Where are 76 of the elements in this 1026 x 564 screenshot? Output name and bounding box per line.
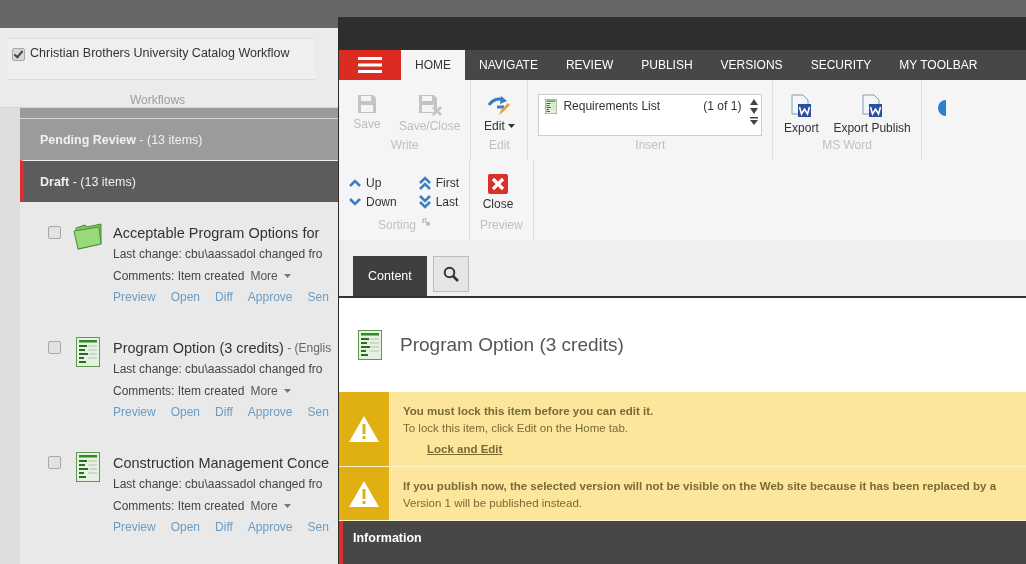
- list-item[interactable]: Requirements List: [563, 99, 698, 113]
- comments-text: Comments: Item created: [113, 268, 245, 283]
- warning-title: You must lock this item before you can edit it.: [403, 404, 654, 419]
- checkbox[interactable]: [48, 226, 61, 239]
- scroll-up-icon: [750, 99, 759, 105]
- scroll-down-icon: [750, 108, 759, 114]
- last-change-text: Last change: cbu\aassadol changed fro: [113, 361, 324, 379]
- ribbon-group-label: Workflows: [128, 92, 187, 107]
- comments-text: Comments: Item created: [113, 383, 245, 398]
- ribbon-tab[interactable]: REVIEW: [551, 50, 628, 80]
- ribbon-button[interactable]: Edit: [481, 94, 518, 133]
- double-chevron-down-icon: [418, 195, 431, 209]
- more-link[interactable]: More: [250, 383, 291, 398]
- menu-button[interactable]: [339, 50, 401, 80]
- warning-title: If you publish now, the selected version will not be visible on the Web site because it has been replaced by a: [403, 479, 997, 494]
- item-count: - (13 items): [138, 132, 203, 147]
- more-link[interactable]: More: [250, 268, 291, 283]
- checkbox[interactable]: [48, 341, 61, 354]
- ribbon-tab[interactable]: VERSIONS: [706, 50, 797, 80]
- caret-icon: [283, 388, 291, 393]
- item-title[interactable]: Program Option (3 credits): [113, 339, 284, 356]
- ribbon-button[interactable]: Down: [349, 195, 397, 209]
- warning-icon: [348, 479, 380, 508]
- arrow-pencil-icon: [487, 94, 512, 116]
- checkbox[interactable]: [48, 456, 61, 469]
- last-change-text: Last change: cbu\aassadol changed fro: [113, 246, 324, 264]
- comments-text: Comments: Item created: [113, 498, 245, 513]
- ribbon-tab[interactable]: SECURITY: [796, 50, 886, 80]
- warning-icon: [348, 415, 380, 443]
- ribbon-tab[interactable]: NAVIGATE: [465, 50, 552, 80]
- double-chevron-up-icon: [418, 176, 431, 190]
- lock-and-edit-link[interactable]: Lock and Edit: [427, 441, 503, 458]
- ribbon-button[interactable]: Up: [349, 176, 397, 190]
- checkbox-label: Christian Brothers University Catalog Workflow: [30, 46, 290, 60]
- ribbon-button[interactable]: Last: [418, 195, 459, 209]
- warning-text: To lock this item, click Edit on the Home tab.: [403, 421, 629, 436]
- floppy-disk-icon: [417, 94, 442, 116]
- item-count: - (13 items): [71, 174, 136, 189]
- item-title[interactable]: Acceptable Program Options for: [113, 224, 320, 241]
- caret-icon: [283, 273, 291, 278]
- document-icon: [545, 99, 558, 114]
- item-title: Program Option (3 credits): [400, 334, 624, 356]
- warning-text: Version 1 will be published instead.: [403, 496, 583, 511]
- gallery-list[interactable]: Requirements List (1 of 1): [538, 94, 763, 136]
- last-change-text: Last change: cbu\aassadol changed fro: [113, 476, 324, 494]
- section-header[interactable]: Information: [339, 521, 1026, 564]
- ribbon-button[interactable]: Close: [480, 174, 516, 211]
- checkbox[interactable]: [12, 48, 25, 61]
- ribbon-tab[interactable]: HOME: [401, 50, 465, 80]
- ribbon-button[interactable]: Export: [783, 94, 820, 135]
- state-name: Draft: [40, 174, 70, 189]
- close-icon: [488, 174, 508, 194]
- ribbon-tab[interactable]: MY TOOLBAR: [885, 50, 992, 80]
- caret-icon: [283, 503, 291, 508]
- state-name: Pending Review: [40, 132, 136, 147]
- item-language: - (Englis: [286, 340, 332, 355]
- expand-gallery-icon: [750, 117, 759, 125]
- document-icon: [358, 330, 382, 360]
- chevron-up-icon: [349, 179, 361, 187]
- folder-icon: [73, 222, 103, 250]
- search-button[interactable]: [432, 256, 469, 292]
- menu-icon: [358, 57, 382, 73]
- workflow-state-header[interactable]: Draft - (13 items): [20, 160, 338, 202]
- word-document-icon: [861, 94, 884, 118]
- document-icon: [76, 452, 100, 482]
- word-document-icon: [790, 94, 813, 118]
- search-icon: [442, 266, 459, 282]
- ribbon-tab[interactable]: PUBLISH: [627, 50, 707, 80]
- chevron-down-icon: [349, 198, 361, 206]
- ribbon-button[interactable]: Export Publish: [833, 94, 911, 135]
- page-count: (1 of 1): [703, 99, 742, 113]
- more-link[interactable]: More: [250, 498, 291, 513]
- document-icon: [76, 337, 100, 367]
- item-title[interactable]: Construction Management Conce: [113, 454, 329, 471]
- ribbon-button[interactable]: First: [418, 176, 459, 190]
- content-tab[interactable]: Content: [353, 256, 427, 296]
